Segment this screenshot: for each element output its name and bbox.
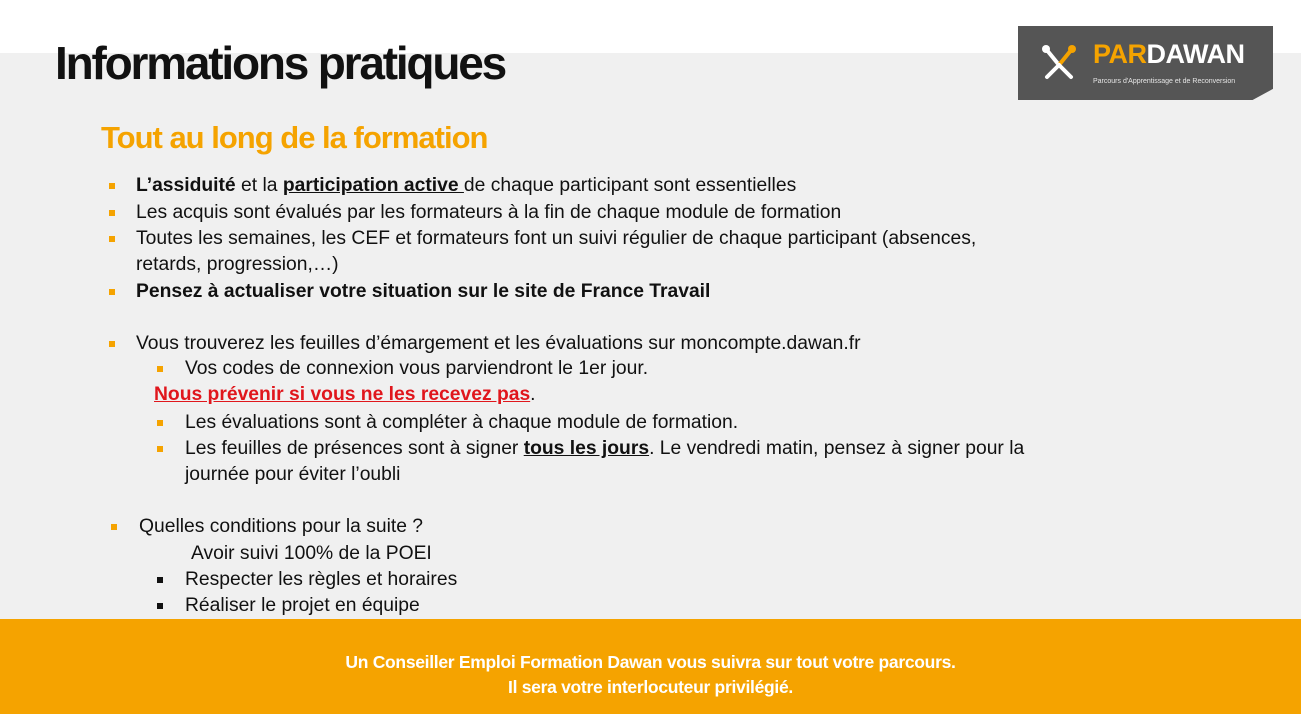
conditions-intro: Avoir suivi 100% de la POEI	[191, 543, 432, 564]
list-item: Toutes les semaines, les CEF et formateu…	[136, 228, 977, 249]
section-heading: Tout au long de la formation	[101, 120, 488, 155]
bullet-icon	[109, 236, 115, 242]
page-title: Informations pratiques	[55, 37, 507, 89]
logo-wordmark: PARDAWAN	[1093, 39, 1245, 69]
list-item: L’assiduité et la participation active d…	[136, 175, 797, 196]
footer-text-line2: Il sera votre interlocuteur privilégié.	[508, 677, 793, 697]
list-item-continuation: retards, progression,…)	[136, 254, 339, 275]
footer-banner: Un Conseiller Emploi Formation Dawan vou…	[0, 619, 1301, 714]
bullet-icon	[157, 446, 163, 452]
bullet-icon	[157, 603, 163, 609]
sub-list-item: Les évaluations sont à compléter à chaqu…	[185, 412, 739, 433]
logo-tagline: Parcours d'Apprentissage et de Reconvers…	[1093, 78, 1236, 85]
sub-list-item: Vos codes de connexion vous parviendront…	[185, 358, 649, 379]
conditions-item: Respecter les règles et horaires	[185, 569, 458, 590]
bullet-icon	[157, 577, 163, 583]
bullet-icon	[109, 341, 115, 347]
pardawan-logo: PARDAWAN Parcours d'Apprentissage et de …	[1018, 26, 1273, 100]
bullet-icon	[109, 210, 115, 216]
conditions-item: Réaliser le projet en équipe	[185, 595, 420, 616]
bullet-icon	[109, 289, 115, 295]
list-item: Pensez à actualiser votre situation sur …	[136, 281, 711, 302]
alert-text: Nous prévenir si vous ne les recevez pas…	[154, 384, 536, 405]
bullet-icon	[157, 366, 163, 372]
pardawan-logo-icon	[1042, 45, 1076, 79]
sub-list-item: Les feuilles de présences sont à signer …	[185, 438, 1025, 459]
footer-text-line1: Un Conseiller Emploi Formation Dawan vou…	[345, 652, 956, 672]
conditions-question: Quelles conditions pour la suite ?	[139, 516, 424, 537]
list-item: Vous trouverez les feuilles d’émargement…	[136, 333, 861, 354]
bullet-icon	[157, 420, 163, 426]
list-item: Les acquis sont évalués par les formateu…	[136, 202, 842, 223]
sub-list-item-continuation: journée pour éviter l’oubli	[185, 464, 401, 485]
bullet-icon	[111, 524, 117, 530]
bullet-icon	[109, 183, 115, 189]
